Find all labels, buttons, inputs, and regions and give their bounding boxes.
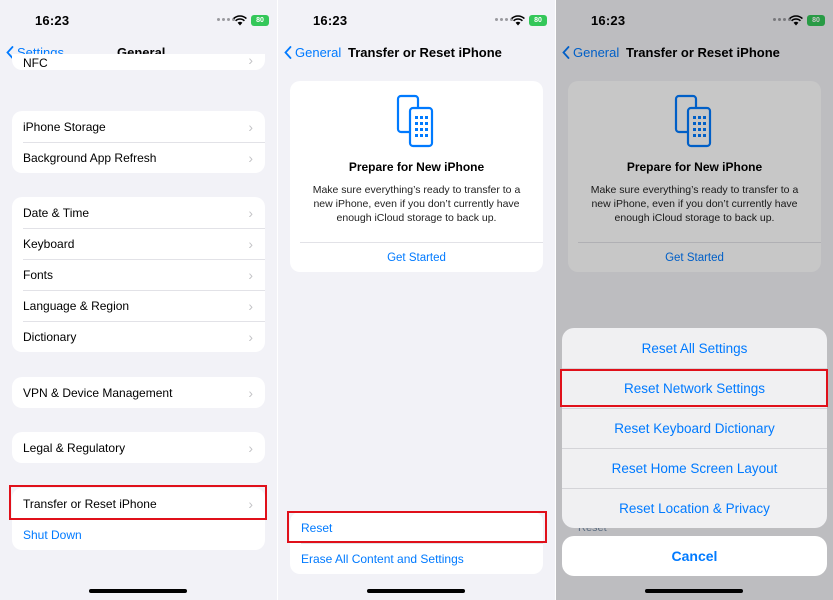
- wifi-icon: [233, 15, 247, 26]
- chevron-right-icon: ›: [248, 328, 253, 345]
- list-item[interactable]: Background App Refresh ›: [12, 142, 265, 173]
- list-item[interactable]: VPN & Device Management ›: [12, 377, 265, 408]
- battery-icon: 80: [529, 15, 547, 26]
- highlight-box: [287, 511, 547, 543]
- list-item[interactable]: Language & Region ›: [12, 290, 265, 321]
- reset-options-screen: 16:23 80 General Transfer or Reset iPhon…: [556, 0, 833, 600]
- transfer-reset-screen: 16:23 80 General Transfer or Reset iPhon…: [278, 0, 555, 600]
- list-item[interactable]: Date & Time ›: [12, 197, 265, 228]
- phone-transfer-icon: [396, 94, 434, 148]
- list-item-label: Background App Refresh: [23, 150, 157, 165]
- settings-group-legal: Legal & Regulatory ›: [12, 432, 265, 463]
- home-indicator: [645, 589, 743, 593]
- settings-group-storage: iPhone Storage › Background App Refresh ›: [12, 111, 265, 173]
- settings-group-locale: Date & Time › Keyboard › Fonts › Language &…: [12, 197, 265, 352]
- home-indicator: [367, 589, 465, 593]
- list-item-label: Shut Down: [23, 527, 82, 542]
- card-title: Prepare for New iPhone: [348, 160, 485, 174]
- list-item-label: Language & Region: [23, 298, 130, 313]
- list-item[interactable]: Keyboard ›: [12, 228, 265, 259]
- chevron-right-icon: ›: [248, 118, 253, 135]
- chevron-left-icon: [284, 46, 292, 59]
- chevron-right-icon: ›: [248, 266, 253, 283]
- list-item[interactable]: Fonts ›: [12, 259, 265, 290]
- get-started-button[interactable]: Get Started: [290, 252, 543, 264]
- erase-all-button[interactable]: Erase All Content and Settings: [290, 543, 543, 574]
- battery-icon: 80: [251, 15, 269, 26]
- list-item[interactable]: iPhone Storage ›: [12, 111, 265, 142]
- erase-label: Erase All Content and Settings: [301, 551, 464, 566]
- chevron-right-icon: ›: [248, 384, 253, 401]
- cancel-button[interactable]: Cancel: [562, 536, 827, 576]
- reset-location-privacy-option[interactable]: Reset Location & Privacy: [562, 488, 827, 528]
- general-screen: 16:23 80 Settings General NFC › iPhone S…: [0, 0, 277, 600]
- reset-action-sheet: Reset All Settings Reset Network Setting…: [562, 328, 827, 528]
- list-item-label: Date & Time: [23, 205, 90, 220]
- list-item[interactable]: Dictionary ›: [12, 321, 265, 352]
- list-item[interactable]: NFC ›: [12, 54, 265, 70]
- chevron-right-icon: ›: [248, 439, 253, 456]
- chevron-right-icon: ›: [248, 54, 253, 68]
- highlight-box: [9, 485, 267, 520]
- chevron-right-icon: ›: [248, 204, 253, 221]
- chevron-right-icon: ›: [248, 235, 253, 252]
- settings-group-vpn: VPN & Device Management ›: [12, 377, 265, 408]
- reset-home-screen-layout-option[interactable]: Reset Home Screen Layout: [562, 448, 827, 488]
- settings-group-partial: NFC ›: [12, 54, 265, 70]
- list-item-label: iPhone Storage: [23, 119, 106, 134]
- chevron-right-icon: ›: [248, 297, 253, 314]
- list-item-label: Legal & Regulatory: [23, 440, 126, 455]
- back-button[interactable]: General: [284, 45, 341, 60]
- prepare-card: Prepare for New iPhone Make sure everyth…: [290, 81, 543, 272]
- status-bar: 16:23 80: [0, 12, 277, 32]
- reset-keyboard-dictionary-option[interactable]: Reset Keyboard Dictionary: [562, 408, 827, 448]
- page-title: Transfer or Reset iPhone: [348, 45, 502, 60]
- nav-bar: General Transfer or Reset iPhone: [278, 40, 555, 68]
- status-bar: 16:23 80: [278, 12, 555, 32]
- card-divider: [300, 242, 543, 243]
- wifi-icon: [511, 15, 525, 26]
- shut-down-item[interactable]: Shut Down: [12, 519, 265, 550]
- status-time: 16:23: [313, 13, 348, 28]
- status-time: 16:23: [35, 13, 70, 28]
- list-item-label: Keyboard: [23, 236, 75, 251]
- back-label: General: [295, 45, 342, 60]
- reset-all-settings-option[interactable]: Reset All Settings: [562, 328, 827, 368]
- list-item-label: VPN & Device Management: [23, 385, 173, 400]
- highlight-box: [560, 369, 828, 407]
- card-description: Make sure everything’s ready to transfer…: [312, 184, 521, 224]
- home-indicator: [89, 589, 187, 593]
- list-item[interactable]: Legal & Regulatory ›: [12, 432, 265, 463]
- list-item-label: Fonts: [23, 267, 54, 282]
- list-item-label: Dictionary: [23, 329, 77, 344]
- chevron-right-icon: ›: [248, 149, 253, 166]
- list-item-label: NFC: [23, 58, 48, 68]
